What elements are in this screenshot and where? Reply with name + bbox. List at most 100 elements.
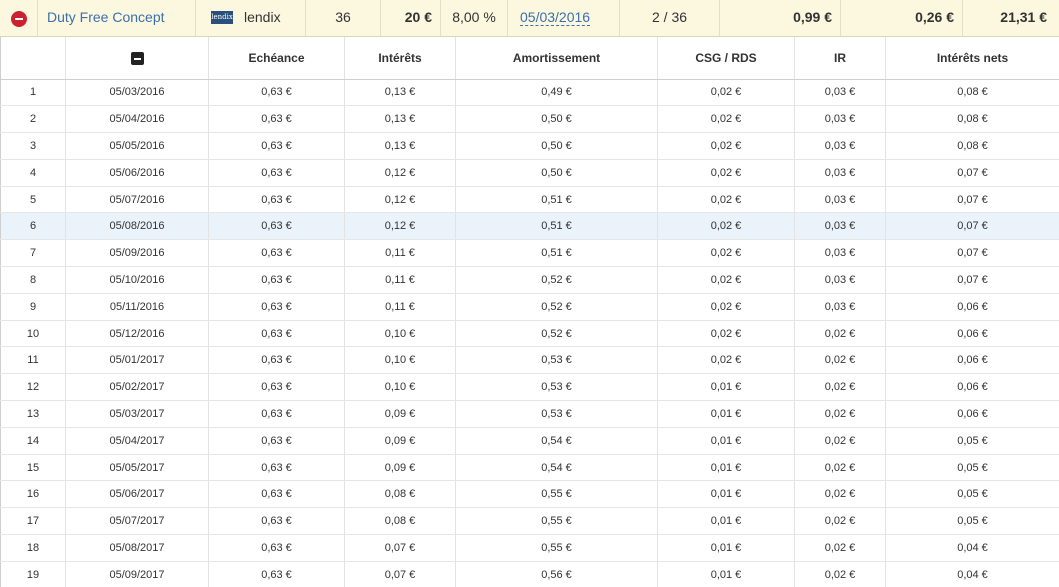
amount-value: 20 € [381, 0, 441, 36]
cell-ir: 0,02 € [794, 400, 886, 428]
cell-interets-nets: 0,08 € [885, 132, 1059, 160]
cell-interets: 0,08 € [344, 480, 456, 509]
cell-payment-date: 05/08/2016 [65, 212, 209, 241]
cell-echeance: 0,63 € [208, 454, 345, 482]
value3: 21,31 € [1000, 9, 1047, 25]
start-date-link[interactable]: 05/03/2016 [520, 9, 591, 26]
cell-ir: 0,03 € [794, 266, 886, 294]
cell-echeance: 0,63 € [208, 212, 345, 241]
cell-payment-date: 05/07/2017 [65, 507, 209, 536]
cell-ir: 0,02 € [794, 534, 886, 562]
cell-payment-date: 05/08/2017 [65, 534, 209, 562]
cell-echeance: 0,63 € [208, 534, 345, 562]
table-row: 4 05/06/2016 0,63 €0,12 €0,50 €0,02 €0,03 … [0, 159, 1059, 187]
cell-csg-rds: 0,01 € [657, 427, 795, 455]
cell-csg-rds: 0,01 € [657, 480, 795, 509]
cell-amortissement: 0,50 € [455, 105, 658, 134]
cell-interets-nets: 0,06 € [885, 346, 1059, 375]
cell-payment-date: 05/03/2017 [65, 400, 209, 428]
cell-csg-rds: 0,02 € [657, 186, 795, 214]
cell-row-number: 2 [0, 105, 66, 134]
cell-interets-nets: 0,04 € [885, 561, 1059, 587]
header-num [0, 37, 66, 80]
cell-amortissement: 0,52 € [455, 320, 658, 348]
cell-interets: 0,09 € [344, 427, 456, 455]
cell-csg-rds: 0,02 € [657, 212, 795, 241]
cell-interets-nets: 0,05 € [885, 427, 1059, 455]
project-name-link[interactable]: Duty Free Concept [47, 9, 165, 25]
cell-row-number: 4 [0, 159, 66, 187]
cell-payment-date: 05/11/2016 [65, 293, 209, 321]
table-row: 16 05/06/2017 0,63 €0,08 €0,55 €0,01 €0,02… [0, 480, 1059, 509]
cell-ir: 0,03 € [794, 212, 886, 241]
cell-echeance: 0,63 € [208, 132, 345, 160]
cell-interets: 0,12 € [344, 159, 456, 187]
duration-value: 36 [306, 0, 381, 36]
cell-csg-rds: 0,01 € [657, 400, 795, 428]
minus-square-icon[interactable] [130, 51, 144, 65]
header-echeance: Echéance [208, 37, 345, 80]
table-header-row: Echéance Intérêts Amortissement CSG / RD… [0, 37, 1059, 80]
cell-interets-nets: 0,07 € [885, 266, 1059, 294]
cell-row-number: 13 [0, 400, 66, 428]
cell-payment-date: 05/07/2016 [65, 186, 209, 214]
cell-row-number: 6 [0, 212, 66, 241]
table-row: 15 05/05/2017 0,63 €0,09 €0,54 €0,01 €0,02… [0, 454, 1059, 482]
cell-echeance: 0,63 € [208, 373, 345, 402]
table-row: 7 05/09/2016 0,63 €0,11 €0,51 €0,02 €0,03 … [0, 239, 1059, 268]
cell-ir: 0,02 € [794, 320, 886, 348]
cell-csg-rds: 0,02 € [657, 132, 795, 160]
table-row: 18 05/08/2017 0,63 €0,07 €0,55 €0,01 €0,02… [0, 534, 1059, 562]
cell-amortissement: 0,55 € [455, 534, 658, 562]
platform-name: lendix [244, 9, 281, 25]
cell-payment-date: 05/04/2017 [65, 427, 209, 455]
cell-csg-rds: 0,02 € [657, 105, 795, 134]
cell-echeance: 0,63 € [208, 186, 345, 214]
cell-ir: 0,03 € [794, 239, 886, 268]
cell-row-number: 3 [0, 132, 66, 160]
cell-csg-rds: 0,02 € [657, 159, 795, 187]
cell-echeance: 0,63 € [208, 346, 345, 375]
loan-summary-row: Duty Free Concept lendix lendix 36 20 € … [0, 0, 1059, 37]
cell-amortissement: 0,54 € [455, 427, 658, 455]
cell-interets-nets: 0,05 € [885, 507, 1059, 536]
cell-row-number: 15 [0, 454, 66, 482]
cell-interets: 0,07 € [344, 534, 456, 562]
cell-ir: 0,02 € [794, 480, 886, 509]
collapse-icon[interactable] [11, 11, 27, 27]
cell-payment-date: 05/09/2016 [65, 239, 209, 268]
cell-interets: 0,13 € [344, 79, 456, 107]
cell-payment-date: 05/03/2016 [65, 79, 209, 107]
cell-row-number: 19 [0, 561, 66, 587]
cell-amortissement: 0,50 € [455, 159, 658, 187]
schedule-table-wrapper: Echéance Intérêts Amortissement CSG / RD… [0, 37, 1059, 587]
cell-echeance: 0,63 € [208, 561, 345, 587]
cell-amortissement: 0,49 € [455, 79, 658, 107]
table-row: 3 05/05/2016 0,63 €0,13 €0,50 €0,02 €0,03 … [0, 132, 1059, 160]
cell-row-number: 11 [0, 346, 66, 375]
cell-interets: 0,12 € [344, 212, 456, 241]
cell-csg-rds: 0,02 € [657, 320, 795, 348]
cell-row-number: 10 [0, 320, 66, 348]
cell-interets: 0,11 € [344, 239, 456, 268]
cell-interets: 0,09 € [344, 454, 456, 482]
cell-csg-rds: 0,02 € [657, 293, 795, 321]
cell-ir: 0,03 € [794, 186, 886, 214]
cell-interets: 0,10 € [344, 320, 456, 348]
header-interets: Intérêts [344, 37, 456, 80]
cell-csg-rds: 0,01 € [657, 454, 795, 482]
cell-ir: 0,03 € [794, 105, 886, 134]
cell-interets: 0,13 € [344, 105, 456, 134]
cell-echeance: 0,63 € [208, 293, 345, 321]
cell-echeance: 0,63 € [208, 266, 345, 294]
cell-interets-nets: 0,06 € [885, 320, 1059, 348]
cell-row-number: 16 [0, 480, 66, 509]
cell-amortissement: 0,55 € [455, 507, 658, 536]
table-row: 5 05/07/2016 0,63 €0,12 €0,51 €0,02 €0,03 … [0, 186, 1059, 214]
cell-interets-nets: 0,07 € [885, 159, 1059, 187]
cell-payment-date: 05/01/2017 [65, 346, 209, 375]
cell-interets: 0,10 € [344, 346, 456, 375]
table-row: 17 05/07/2017 0,63 €0,08 €0,55 €0,01 €0,02… [0, 507, 1059, 536]
cell-ir: 0,03 € [794, 159, 886, 187]
header-amortissement: Amortissement [455, 37, 658, 80]
